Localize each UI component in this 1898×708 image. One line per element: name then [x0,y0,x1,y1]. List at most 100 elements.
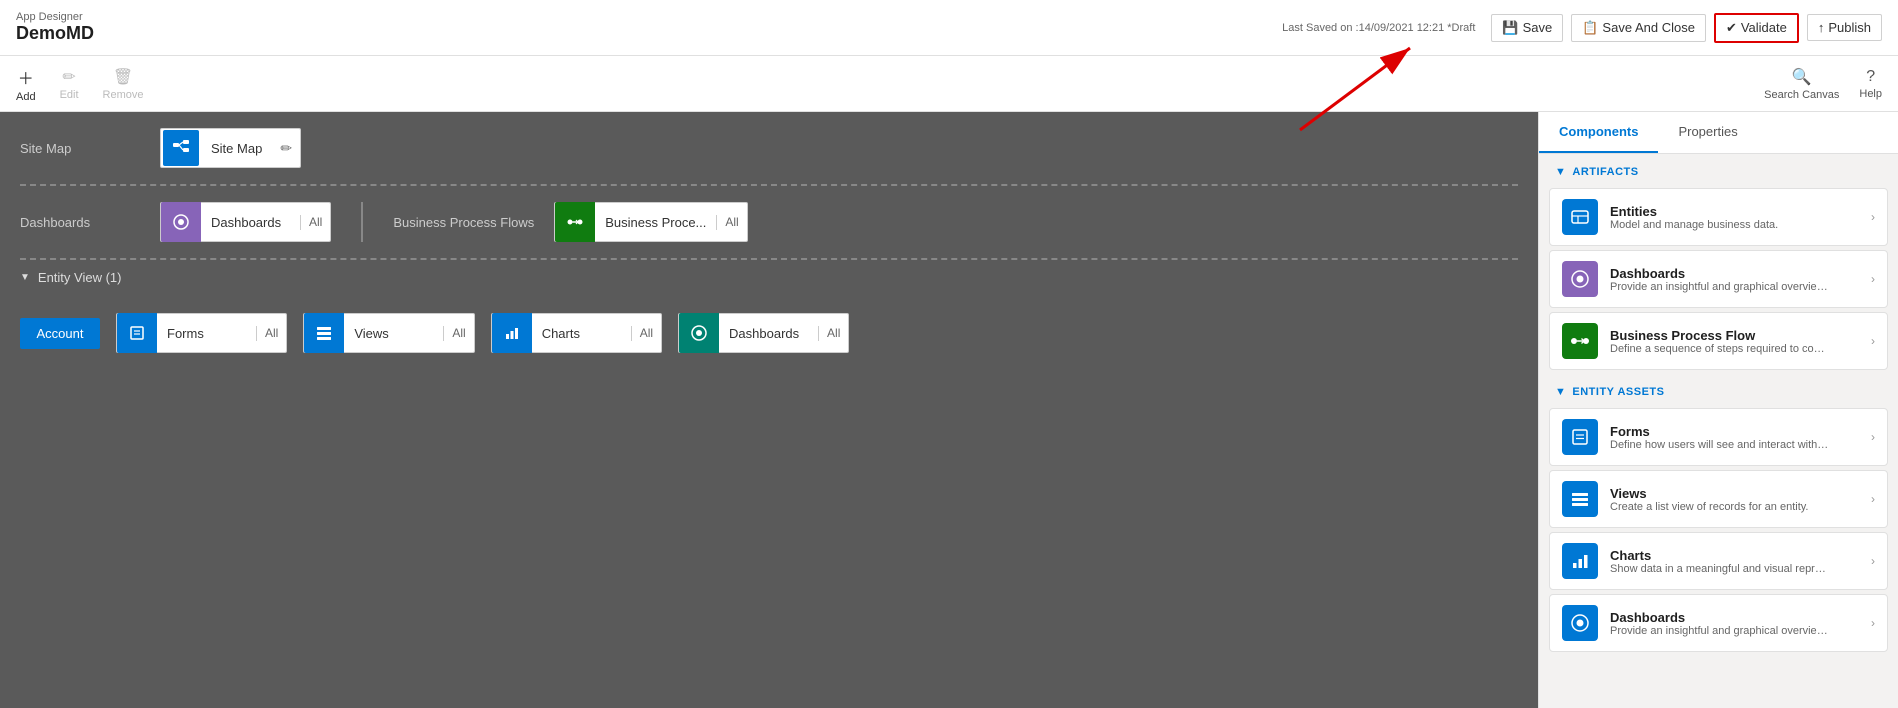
views-card-all[interactable]: All [444,326,473,340]
canvas: Site Map Site Map ✏ Dashboards Dashboard… [0,112,1538,708]
panel-item-views[interactable]: Views Create a list view of records for … [1549,470,1888,528]
toolbar-remove[interactable]: 🗑 Remove [103,67,144,101]
bpf-panel-desc: Define a sequence of steps required to c… [1610,343,1830,355]
entities-chevron-icon: › [1871,210,1875,224]
entities-desc: Model and manage business data. [1610,219,1830,231]
top-bar-actions: Last Saved on :14/09/2021 12:21 *Draft 💾… [1282,13,1882,43]
entity-chevron-icon: ▼ [20,272,30,283]
add-icon: ＋ [18,65,34,89]
account-button[interactable]: Account [20,318,100,349]
bpf-panel-icon [1562,323,1598,359]
sitemap-edit-icon[interactable]: ✏ [272,140,300,157]
app-name: DemoMD [16,23,94,44]
publish-button[interactable]: ↑ Publish [1807,14,1882,41]
entities-title: Entities [1610,204,1859,219]
panel-item-bpf[interactable]: Business Process Flow Define a sequence … [1549,312,1888,370]
entity-assets-section-header: ▼ ENTITY ASSETS [1539,374,1898,404]
panel-item-forms[interactable]: Forms Define how users will see and inte… [1549,408,1888,466]
entity-assets-chevron-icon: ▼ [1555,386,1566,398]
toolbar-add[interactable]: ＋ Add [16,65,36,103]
views-card-label: Views [344,326,444,341]
row-divider [361,202,363,242]
save-icon: 💾 [1502,20,1518,36]
entity-header: ▼ Entity View (1) [20,270,1518,285]
entity-dashboards-card[interactable]: Dashboards All [678,313,849,353]
panel-item-charts[interactable]: Charts Show data in a meaningful and vis… [1549,532,1888,590]
charts-card-icon [492,313,532,353]
bpf-row-label: Business Process Flows [393,215,534,230]
charts-panel-icon [1562,543,1598,579]
forms-panel-title: Forms [1610,424,1859,439]
entity-header-label: Entity View (1) [38,270,122,285]
dashboards-card-label: Dashboards [201,215,301,230]
bpf-card[interactable]: Business Proce... All [554,202,748,242]
bpf-card-all[interactable]: All [717,215,746,229]
toolbar-edit[interactable]: ✏ Edit [60,67,79,101]
charts-card[interactable]: Charts All [491,313,662,353]
app-info: App Designer DemoMD [16,11,94,44]
save-and-close-button[interactable]: 📋 Save And Close [1571,14,1706,42]
views-panel-chevron-icon: › [1871,492,1875,506]
panel-tabs: Components Properties [1539,112,1898,154]
entity-section: ▼ Entity View (1) Account Forms All [20,260,1518,369]
main-layout: Site Map Site Map ✏ Dashboards Dashboard… [0,112,1898,708]
tab-properties[interactable]: Properties [1658,112,1757,153]
views-panel-desc: Create a list view of records for an ent… [1610,501,1830,513]
entity-dashboards-panel-icon [1562,605,1598,641]
artifacts-label: ARTIFACTS [1572,166,1638,178]
panel-item-dashboards[interactable]: Dashboards Provide an insightful and gra… [1549,250,1888,308]
validate-icon: ✔ [1726,20,1737,36]
forms-card[interactable]: Forms All [116,313,287,353]
views-panel-icon [1562,481,1598,517]
edit-label: Edit [60,89,79,101]
entity-dashboards-card-label: Dashboards [719,326,819,341]
views-card-icon [304,313,344,353]
charts-card-label: Charts [532,326,632,341]
toolbar-right: 🔍 Search Canvas ? Help [1764,67,1882,101]
bpf-card-icon [555,202,595,242]
sitemap-card[interactable]: Site Map ✏ [160,128,301,168]
entity-dashboards-card-all[interactable]: All [819,326,848,340]
panel-item-entity-dashboards[interactable]: Dashboards Provide an insightful and gra… [1549,594,1888,652]
dashboards-card-all[interactable]: All [301,215,330,229]
bpf-card-label: Business Proce... [595,215,717,230]
entity-row: Account Forms All Views [20,297,1518,369]
app-designer-label: App Designer [16,11,94,23]
toolbar: ＋ Add ✏ Edit 🗑 Remove 🔍 Search Canvas ? … [0,56,1898,112]
artifacts-chevron-icon: ▼ [1555,166,1566,178]
search-icon: 🔍 [1792,67,1812,87]
panel-item-entities[interactable]: Entities Model and manage business data.… [1549,188,1888,246]
forms-card-all[interactable]: All [257,326,286,340]
help-icon: ? [1866,68,1875,86]
charts-panel-desc: Show data in a meaningful and visual rep… [1610,563,1830,575]
forms-card-icon [117,313,157,353]
right-panel: Components Properties ▼ ARTIFACTS Entiti… [1538,112,1898,708]
dashboards-card-icon [161,202,201,242]
charts-card-all[interactable]: All [632,326,661,340]
validate-button[interactable]: ✔ Validate [1714,13,1799,43]
search-canvas-button[interactable]: 🔍 Search Canvas [1764,67,1839,101]
publish-icon: ↑ [1818,20,1825,35]
entity-dashboards-panel-chevron-icon: › [1871,616,1875,630]
forms-panel-desc: Define how users will see and interact w… [1610,439,1830,451]
dashboards-panel-title: Dashboards [1610,266,1859,281]
tab-components[interactable]: Components [1539,112,1658,153]
bpf-panel-title: Business Process Flow [1610,328,1859,343]
bpf-panel-chevron-icon: › [1871,334,1875,348]
views-card[interactable]: Views All [303,313,474,353]
charts-panel-chevron-icon: › [1871,554,1875,568]
entity-dashboards-panel-title: Dashboards [1610,610,1859,625]
charts-panel-title: Charts [1610,548,1859,563]
sitemap-label: Site Map [201,141,272,156]
save-info: Last Saved on :14/09/2021 12:21 *Draft [1282,22,1475,34]
dashboards-card[interactable]: Dashboards All [160,202,331,242]
forms-card-label: Forms [157,326,257,341]
sitemap-row-label: Site Map [20,141,140,156]
help-button[interactable]: ? Help [1859,68,1882,100]
forms-panel-chevron-icon: › [1871,430,1875,444]
dashboards-panel-desc: Provide an insightful and graphical over… [1610,281,1830,293]
account-label: Account [37,326,84,341]
remove-icon: 🗑 [113,67,133,87]
sitemap-icon [163,130,199,166]
save-button[interactable]: 💾 Save [1491,14,1563,42]
